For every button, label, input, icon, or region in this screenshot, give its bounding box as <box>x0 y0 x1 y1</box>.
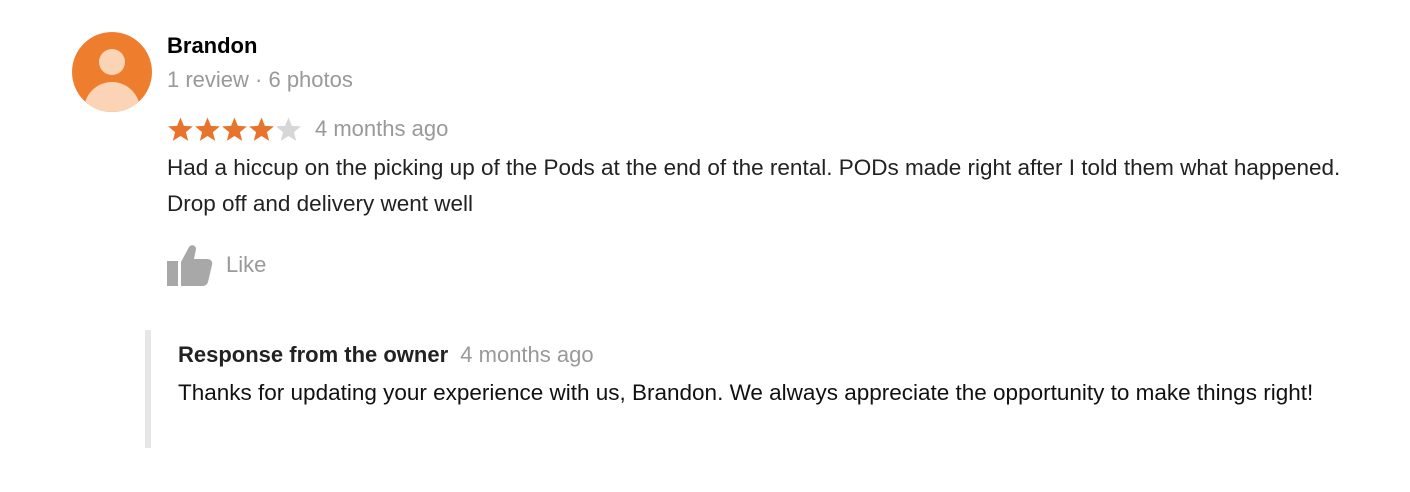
avatar[interactable] <box>72 32 152 112</box>
avatar-head-shape <box>99 49 125 75</box>
star-empty-icon <box>276 117 301 141</box>
rating-row: 4 months ago <box>167 114 448 144</box>
response-time: 4 months ago <box>460 342 594 367</box>
review-card: Brandon 1 review · 6 photos 4 months ago… <box>0 0 1410 492</box>
review-text: Had a hiccup on the picking up of the Po… <box>167 155 1353 216</box>
star-filled-icon <box>249 117 274 141</box>
owner-response: Response from the owner 4 months ago Tha… <box>145 330 1391 448</box>
star-filled-icon <box>222 117 247 141</box>
review-time: 4 months ago <box>315 116 449 141</box>
star-filled-icon <box>168 117 193 141</box>
thumbs-up-icon <box>167 245 213 286</box>
like-button[interactable]: Like <box>167 244 266 286</box>
star-rating <box>167 116 302 143</box>
avatar-body-shape <box>84 82 140 112</box>
response-text: Thanks for updating your experience with… <box>178 380 1314 405</box>
author-meta: 1 review · 6 photos <box>167 67 353 92</box>
star-filled-icon <box>195 117 220 141</box>
author-name[interactable]: Brandon <box>167 33 257 59</box>
response-title: Response from the owner <box>178 342 449 367</box>
response-header: Response from the owner 4 months ago <box>178 342 594 368</box>
like-label: Like <box>226 252 267 277</box>
